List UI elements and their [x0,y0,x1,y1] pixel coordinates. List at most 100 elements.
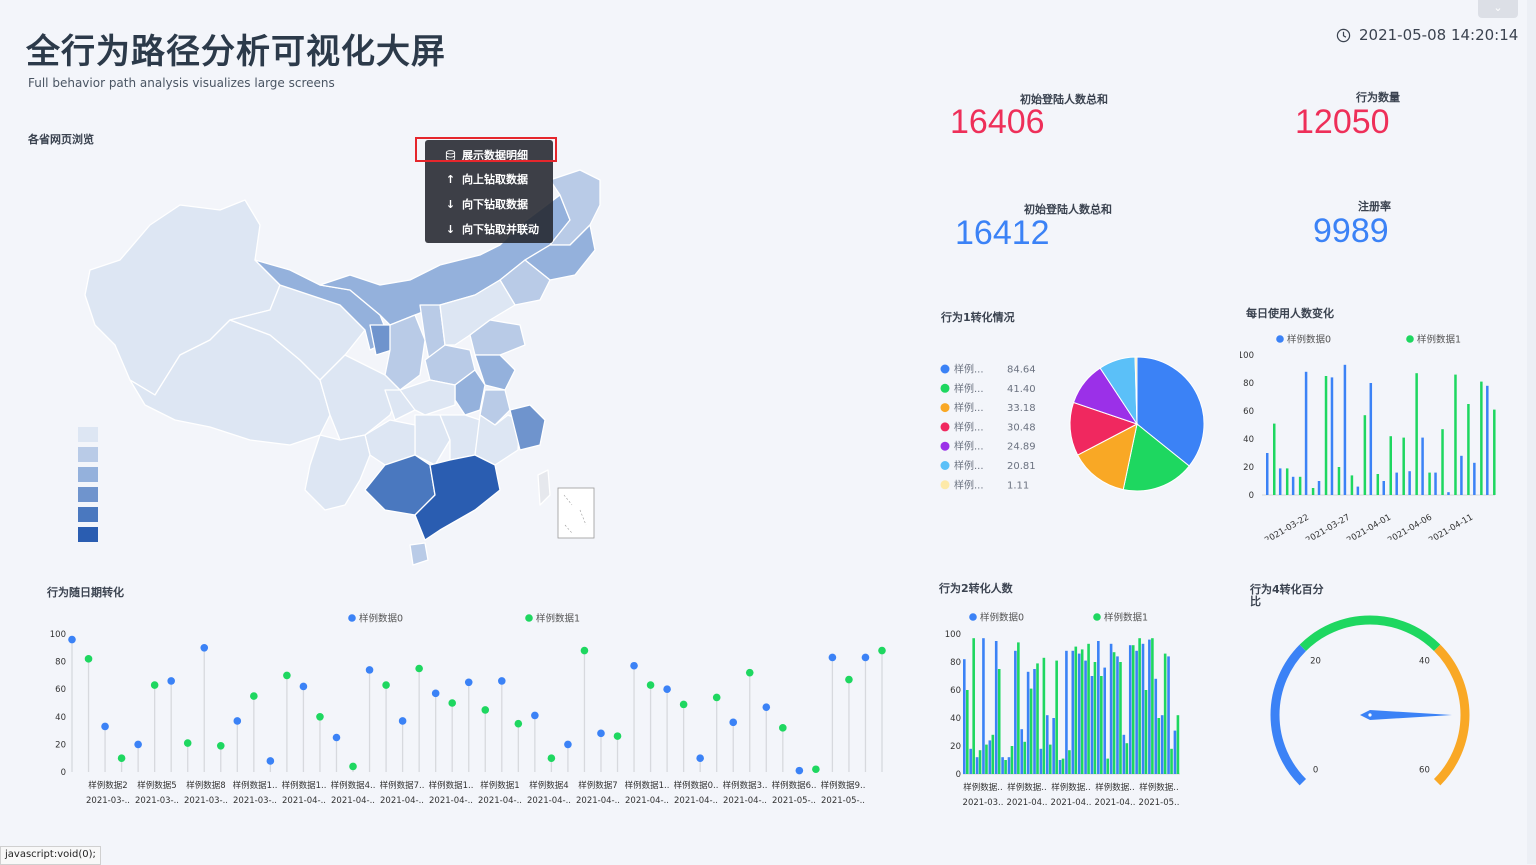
point[interactable] [233,717,242,725]
legend-dot[interactable] [1406,335,1414,343]
bar[interactable] [1167,656,1170,774]
bar[interactable] [1356,486,1360,495]
legend-dot[interactable] [940,480,950,490]
bar[interactable] [1151,638,1154,774]
map-legend-swatch-5[interactable] [78,507,98,522]
point[interactable] [283,671,291,680]
legend-dot[interactable] [940,441,950,451]
bar[interactable] [1154,678,1158,774]
bar[interactable] [1131,645,1135,774]
point[interactable] [845,675,853,684]
bar[interactable] [1080,649,1084,774]
point[interactable] [729,718,738,727]
point[interactable] [481,706,490,714]
map-legend-swatch-2[interactable] [78,447,98,462]
point[interactable] [316,713,324,721]
bar[interactable] [1324,376,1328,495]
bar[interactable] [1285,468,1289,495]
point[interactable] [382,681,390,689]
point[interactable] [696,754,704,762]
bar[interactable] [1004,760,1007,774]
bar[interactable] [1382,481,1386,495]
bar[interactable] [1061,758,1065,774]
bar[interactable] [1447,492,1450,495]
point[interactable] [68,635,76,644]
bar[interactable] [1337,467,1341,495]
point[interactable] [514,719,523,728]
bar[interactable] [1369,383,1373,495]
bar[interactable] [1029,688,1033,774]
map-legend-swatch-3[interactable] [78,467,98,482]
point[interactable] [795,766,804,775]
legend-dot[interactable] [940,461,950,470]
point[interactable] [547,754,556,762]
point[interactable] [745,668,754,677]
bar[interactable] [1071,650,1075,774]
bar[interactable] [1017,642,1020,774]
bar[interactable] [1170,748,1173,774]
bar[interactable] [1055,660,1058,774]
bar[interactable] [1084,660,1087,774]
bar[interactable] [1045,715,1049,774]
bar[interactable] [1077,653,1081,774]
bar[interactable] [1434,472,1437,495]
bar[interactable] [994,641,998,774]
bar[interactable] [1395,472,1398,495]
bar[interactable] [1058,760,1062,774]
menu-item-drill-down[interactable]: ↓ 向下钻取数据 [445,196,528,212]
bar[interactable] [1087,643,1090,774]
point[interactable] [779,724,787,732]
point[interactable] [712,693,721,702]
point[interactable] [349,762,357,771]
bar[interactable] [1026,671,1030,774]
bar[interactable] [1330,377,1334,495]
bar[interactable] [1480,381,1483,495]
point[interactable] [101,722,109,731]
point[interactable] [266,757,275,765]
bar[interactable] [1036,663,1039,774]
bar[interactable] [1408,471,1411,495]
legend-dot[interactable] [1276,335,1284,343]
bar[interactable] [963,659,966,774]
point[interactable] [365,666,374,674]
point[interactable] [646,681,655,689]
bar[interactable] [1052,718,1055,774]
menu-item-drill-down-link[interactable]: ↓ 向下钻取并联动 [445,221,539,237]
bar[interactable] [1486,385,1489,495]
bar[interactable] [985,744,988,774]
bar[interactable] [1141,643,1145,774]
bar[interactable] [1090,676,1094,774]
bar[interactable] [1128,645,1132,774]
scrollbar[interactable] [1527,0,1536,864]
point[interactable] [200,644,209,652]
point[interactable] [812,765,820,774]
point[interactable] [216,741,225,750]
bar[interactable] [1273,423,1276,495]
point[interactable] [762,703,771,711]
menu-item-drill-up[interactable]: ↑ 向上钻取数据 [445,171,528,187]
bar[interactable] [1007,757,1011,774]
bar[interactable] [1048,744,1052,774]
point[interactable] [250,692,258,700]
bar[interactable] [1343,364,1347,495]
bar[interactable] [1421,437,1424,495]
bar[interactable] [1023,741,1027,774]
bar[interactable] [1160,715,1164,774]
bar[interactable] [1116,656,1119,774]
legend-dot[interactable] [940,383,950,393]
legend-dot[interactable] [940,403,950,413]
point[interactable] [580,646,589,655]
bar[interactable] [1266,453,1269,495]
bar[interactable] [1402,437,1405,495]
bar[interactable] [966,690,969,774]
collapse-button[interactable]: ⌄ [1478,0,1518,18]
bar[interactable] [1106,758,1110,774]
point[interactable] [134,740,142,749]
point[interactable] [299,682,308,691]
point[interactable] [183,739,192,747]
point[interactable] [84,655,93,663]
point[interactable] [497,677,506,685]
bar[interactable] [1467,404,1470,495]
legend-dot[interactable] [940,422,950,432]
bar[interactable] [1363,415,1367,495]
